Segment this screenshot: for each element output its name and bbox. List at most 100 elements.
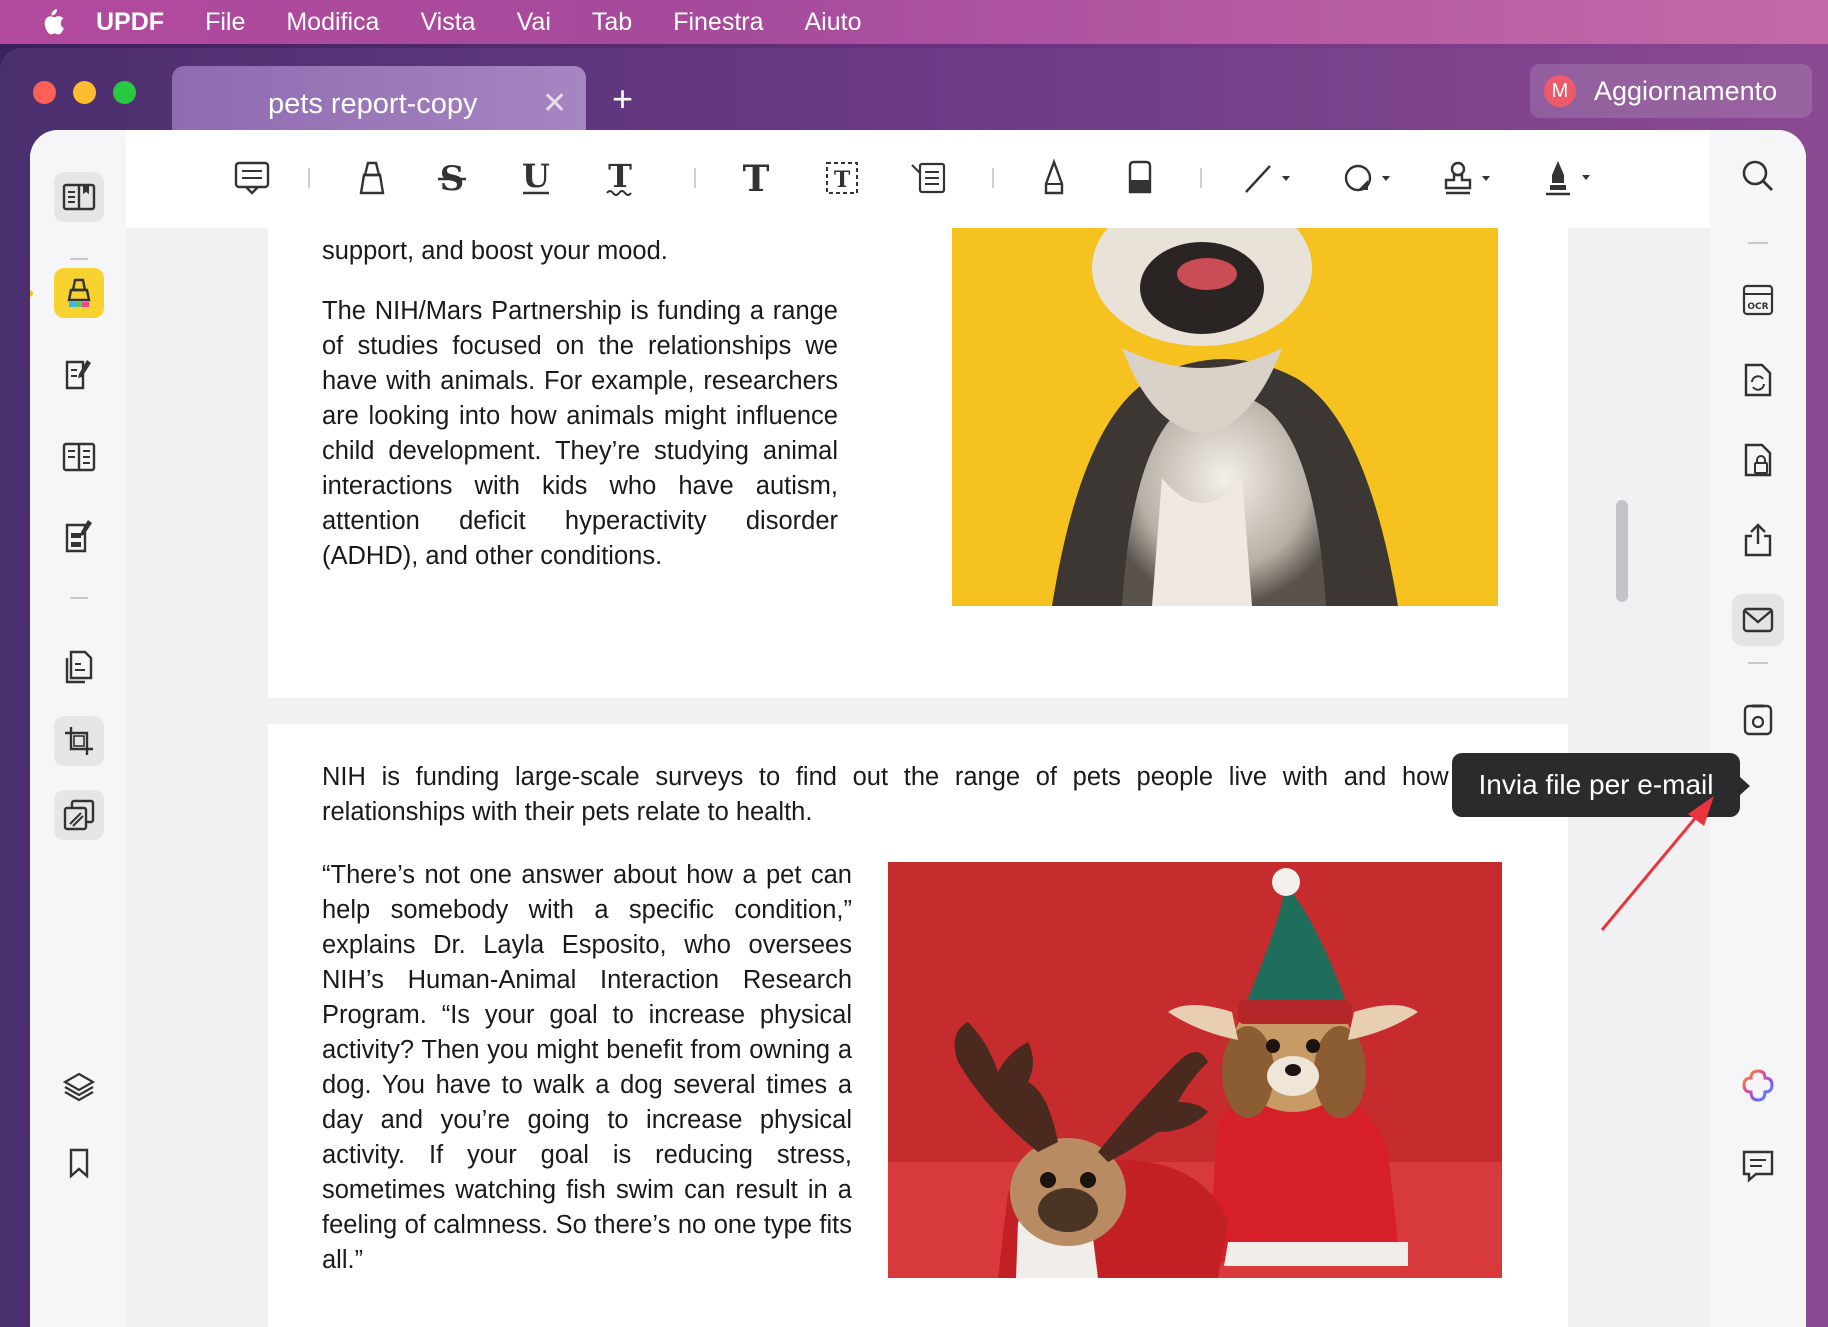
zoom-window-button[interactable] (113, 81, 136, 104)
menu-vai[interactable]: Vai (517, 8, 551, 37)
divider (1748, 662, 1768, 664)
arrow-annotation (1600, 796, 1714, 931)
svg-text:T: T (608, 160, 632, 195)
divider (70, 597, 88, 599)
svg-text:T: T (834, 167, 851, 193)
divider (70, 258, 88, 260)
comment-list-icon (1742, 1150, 1774, 1183)
bookmark-button[interactable] (54, 1138, 104, 1188)
reader-mode-button[interactable] (54, 172, 104, 222)
right-sidebar: OCR (1710, 130, 1806, 1327)
divider (1200, 168, 1202, 188)
save-button[interactable] (1732, 694, 1784, 746)
pdf-page: support, and boost your mood. The NIH/Ma… (268, 228, 1568, 698)
edit-icon (65, 360, 91, 390)
layers-button[interactable] (54, 1062, 104, 1112)
convert-button[interactable] (1732, 354, 1784, 406)
pencil-icon (1044, 159, 1064, 195)
underline-tool[interactable]: U (512, 154, 560, 202)
edit-pdf-button[interactable] (54, 348, 104, 398)
active-indicator (30, 290, 33, 297)
shape-icon (1344, 164, 1390, 192)
signature-pen-icon (1546, 161, 1590, 196)
bookmark-icon (69, 1148, 89, 1178)
comment-mode-button[interactable] (54, 268, 104, 318)
mail-icon (1742, 607, 1774, 633)
divider (992, 168, 994, 188)
stamp-tool[interactable] (1436, 154, 1500, 202)
close-window-button[interactable] (33, 81, 56, 104)
svg-text:T: T (743, 161, 770, 195)
dog-photo (952, 228, 1498, 606)
update-button[interactable]: M Aggiornamento (1530, 64, 1812, 118)
menu-aiuto[interactable]: Aiuto (805, 8, 862, 37)
text-box-icon: T (826, 162, 858, 194)
shape-tool[interactable] (1336, 154, 1400, 202)
pdf-page: NIH is funding large-scale surveys to fi… (268, 724, 1568, 1327)
text-icon: T (743, 161, 770, 195)
form-icon (65, 520, 92, 553)
paragraph: NIH is funding large-scale surveys to fi… (322, 763, 1514, 826)
menu-bar: UPDF File Modifica Vista Vai Tab Finestr… (0, 0, 1828, 44)
divider (694, 168, 696, 188)
ocr-button[interactable]: OCR (1732, 274, 1784, 326)
dogs-illustration (888, 862, 1502, 1278)
protect-button[interactable] (1732, 434, 1784, 486)
signature-tool[interactable] (1536, 154, 1600, 202)
reader-icon (62, 183, 96, 211)
divider (308, 168, 310, 188)
minimize-window-button[interactable] (73, 81, 96, 104)
underline-icon: U (522, 160, 550, 195)
email-file-button[interactable] (1732, 594, 1784, 646)
sticky-note-icon (234, 161, 270, 195)
layers-icon (63, 1072, 95, 1102)
app-window: pets report-copy ✕ + M Aggiornamento S U… (0, 48, 1828, 1327)
line-icon (1245, 165, 1290, 193)
page-organize-button[interactable] (54, 432, 104, 482)
strikethrough-icon: S (438, 160, 466, 196)
comments-panel-button[interactable] (1732, 1140, 1784, 1192)
line-tool[interactable] (1236, 154, 1300, 202)
watermark-button[interactable] (54, 790, 104, 840)
ai-assistant-icon (1742, 1069, 1774, 1102)
paragraph: The NIH/Mars Partnership is funding a ra… (322, 297, 838, 570)
dogs-photo (888, 862, 1502, 1278)
comment-tool[interactable] (228, 154, 276, 202)
ai-assistant-button[interactable] (1732, 1060, 1784, 1112)
menu-app-name[interactable]: UPDF (96, 8, 164, 37)
menu-finestra[interactable]: Finestra (673, 8, 763, 37)
squiggly-tool[interactable]: T (596, 154, 644, 202)
highlight-tool[interactable] (348, 154, 396, 202)
search-button[interactable] (1732, 150, 1784, 202)
crop-button[interactable] (54, 716, 104, 766)
menu-vista[interactable]: Vista (420, 8, 475, 37)
svg-text:U: U (522, 160, 550, 195)
text-tool[interactable]: T (732, 154, 780, 202)
eraser-tool[interactable] (1116, 154, 1164, 202)
app-body: S U T T T support, and boost your mood. … (30, 130, 1806, 1327)
tab-close-icon[interactable]: ✕ (542, 86, 567, 121)
crop-icon (65, 727, 93, 755)
paragraph: support, and boost your mood. (322, 237, 668, 265)
annotation-toolbar: S U T T T (126, 130, 1710, 228)
text-callout-tool[interactable] (904, 154, 952, 202)
organize-pages-button[interactable] (54, 642, 104, 692)
text-box-tool[interactable]: T (818, 154, 866, 202)
apple-icon[interactable] (38, 7, 66, 37)
pages-icon (65, 650, 93, 684)
highlighter-icon (359, 161, 385, 195)
menu-tab[interactable]: Tab (592, 8, 632, 37)
form-edit-button[interactable] (54, 510, 104, 560)
share-icon (1744, 523, 1772, 557)
pencil-tool[interactable] (1030, 154, 1078, 202)
menu-modifica[interactable]: Modifica (286, 8, 379, 37)
share-button[interactable] (1732, 514, 1784, 566)
strikethrough-tool[interactable]: S (428, 154, 476, 202)
tab-title: pets report-copy (268, 88, 478, 120)
vertical-scrollbar[interactable] (1616, 500, 1628, 602)
menu-file[interactable]: File (205, 8, 245, 37)
new-tab-button[interactable]: + (612, 78, 633, 120)
highlighter-icon (67, 278, 91, 307)
convert-icon (1744, 363, 1772, 397)
stamp-icon (1444, 161, 1490, 195)
